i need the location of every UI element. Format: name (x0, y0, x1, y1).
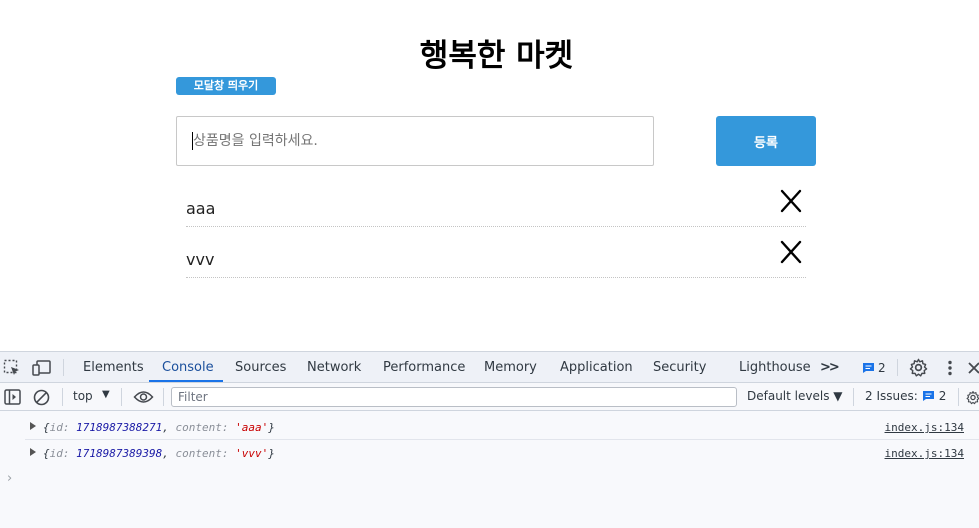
text-caret (192, 132, 193, 150)
log-source-link[interactable]: index.js:134 (885, 421, 964, 434)
expand-triangle-icon[interactable] (30, 448, 36, 456)
clear-console-icon[interactable] (32, 388, 50, 406)
settings-gear-icon[interactable] (909, 358, 928, 377)
list-item-text: aaa (186, 199, 216, 218)
list-item-text: vvv (186, 250, 215, 269)
console-log-row[interactable]: {id: 1718987388271, content: 'aaa'} inde… (25, 414, 979, 440)
message-icon (863, 363, 874, 373)
tab-application[interactable]: Application (560, 352, 633, 383)
tab-lighthouse[interactable]: Lighthouse (739, 352, 811, 383)
devtools-panel: Elements Console Sources Network Perform… (0, 351, 979, 528)
product-list: aaa vvv (186, 176, 806, 278)
messages-count: 2 (878, 361, 886, 375)
expand-triangle-icon[interactable] (30, 422, 36, 430)
console-output: {id: 1718987388271, content: 'aaa'} inde… (0, 411, 979, 528)
tab-security[interactable]: Security (653, 352, 706, 383)
divider (63, 359, 64, 376)
log-source-link[interactable]: index.js:134 (885, 447, 964, 460)
messages-badge[interactable]: 2 (862, 361, 886, 375)
console-settings-icon[interactable] (966, 388, 979, 406)
product-name-input[interactable] (176, 116, 654, 166)
device-toolbar-icon[interactable] (32, 359, 52, 377)
context-selector[interactable]: top (73, 389, 93, 403)
tab-memory[interactable]: Memory (484, 352, 537, 383)
issues-button[interactable]: 2 Issues: 2 (865, 389, 946, 403)
tab-console[interactable]: Console (162, 352, 214, 383)
sidebar-toggle-icon[interactable] (3, 388, 21, 406)
context-dropdown-icon[interactable]: ▼ (102, 389, 110, 400)
inspect-element-icon[interactable] (3, 359, 21, 377)
divider (62, 388, 63, 406)
live-expression-eye-icon[interactable] (132, 388, 154, 406)
delete-icon[interactable] (779, 240, 803, 264)
tab-network[interactable]: Network (307, 352, 361, 383)
console-filter-input[interactable] (171, 387, 737, 407)
tab-sources[interactable]: Sources (235, 352, 286, 383)
divider (958, 388, 959, 406)
divider (897, 359, 898, 376)
issues-label: 2 Issues: (865, 389, 918, 403)
message-icon (922, 391, 934, 401)
divider (163, 388, 164, 406)
page-title: 행복한 마켓 (419, 38, 574, 74)
devtools-tab-bar: Elements Console Sources Network Perform… (0, 352, 979, 383)
more-options-icon[interactable] (941, 358, 959, 377)
log-object[interactable]: {id: 1718987388271, content: 'aaa'} (43, 421, 275, 434)
console-toolbar: top ▼ Default levels ▼ 2 Issues: 2 (0, 383, 979, 411)
log-levels-dropdown[interactable]: Default levels ▼ (747, 389, 843, 403)
open-modal-button[interactable]: 모달창 띄우기 (176, 77, 276, 95)
delete-icon[interactable] (779, 189, 803, 213)
active-tab-indicator (149, 380, 223, 382)
more-tabs-button[interactable]: >> (820, 352, 840, 383)
divider (853, 388, 854, 406)
tab-performance[interactable]: Performance (383, 352, 465, 383)
market-app: 행복한 마켓 모달창 띄우기 등록 aaa vvv (0, 0, 979, 351)
log-object[interactable]: {id: 1718987389398, content: 'vvv'} (43, 447, 275, 460)
console-prompt[interactable]: › (7, 471, 12, 486)
tab-elements[interactable]: Elements (83, 352, 144, 383)
issues-count: 2 (938, 389, 947, 403)
register-button[interactable]: 등록 (716, 116, 816, 166)
list-item: vvv (186, 227, 806, 278)
list-item: aaa (186, 176, 806, 227)
console-log-row[interactable]: {id: 1718987389398, content: 'vvv'} inde… (25, 440, 979, 466)
close-devtools-icon[interactable] (966, 359, 979, 375)
divider (121, 388, 122, 406)
